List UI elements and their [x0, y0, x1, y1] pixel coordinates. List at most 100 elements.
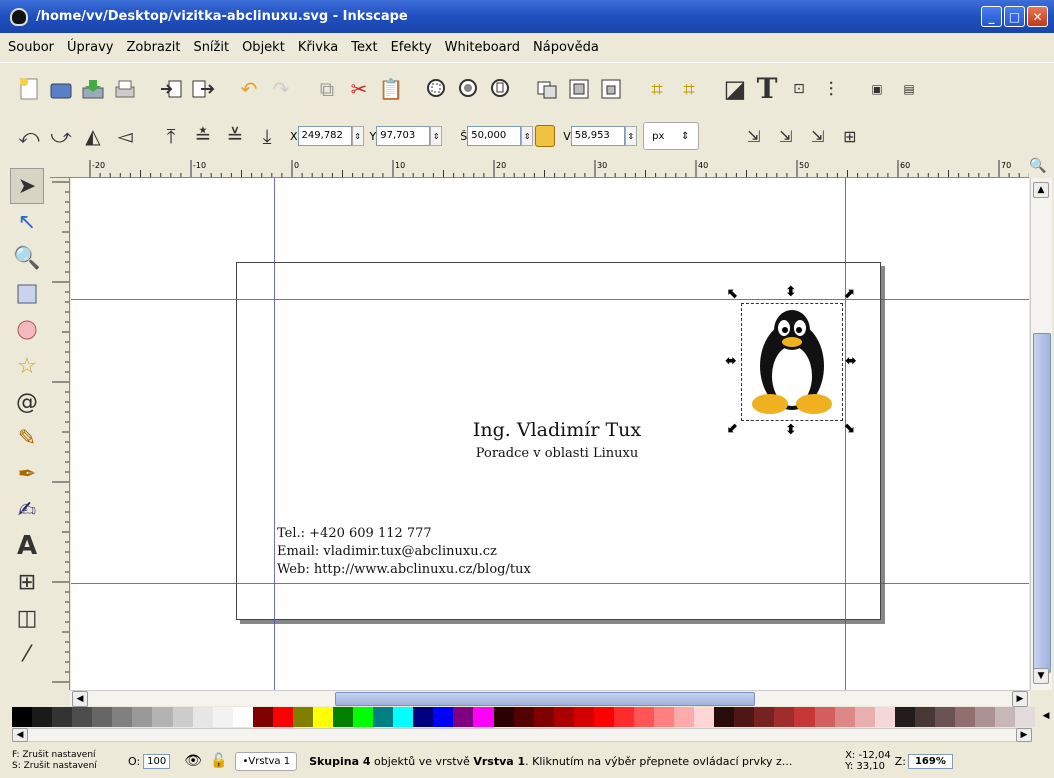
preferences-icon[interactable]: ▣	[862, 74, 892, 104]
dropper-tool-icon[interactable]: ⁄	[10, 636, 44, 672]
scale-handle-w[interactable]: ⬌	[725, 353, 737, 369]
scroll-up-icon[interactable]: ▲	[1033, 182, 1049, 198]
horizontal-scrollbar[interactable]: ◀ ▶	[70, 690, 1030, 707]
snap-icon[interactable]: ⌗	[674, 74, 704, 104]
connector-tool-icon[interactable]: ⊞	[10, 564, 44, 600]
color-swatch[interactable]	[52, 707, 73, 727]
open-icon[interactable]	[46, 74, 76, 104]
color-swatch[interactable]	[654, 707, 675, 727]
menu-text[interactable]: Text	[351, 40, 377, 55]
tux-penguin-image[interactable]	[742, 304, 842, 420]
vertical-scroll-thumb[interactable]	[1033, 333, 1051, 673]
color-swatch[interactable]	[754, 707, 775, 727]
w-spinner[interactable]: ⇕	[521, 126, 534, 146]
scroll-right-icon[interactable]: ▶	[1012, 691, 1028, 707]
color-swatch[interactable]	[533, 707, 554, 727]
zoom-corner-icon[interactable]: 🔍	[1029, 158, 1046, 174]
menu-zobrazit[interactable]: Zobrazit	[126, 40, 180, 55]
star-tool-icon[interactable]: ☆	[10, 348, 44, 384]
card-role[interactable]: Poradce v oblasti Linuxu	[451, 446, 663, 461]
selector-tool-icon[interactable]: ➤	[10, 168, 44, 204]
zoom-tool-icon[interactable]: 🔍	[10, 240, 44, 276]
scroll-left-icon[interactable]: ◀	[72, 691, 88, 707]
color-swatch[interactable]	[834, 707, 855, 727]
color-swatch[interactable]	[433, 707, 454, 727]
color-swatch[interactable]	[854, 707, 875, 727]
scale-stroke-icon[interactable]: ⇲	[739, 121, 769, 151]
color-swatch[interactable]	[172, 707, 193, 727]
color-swatch[interactable]	[192, 707, 213, 727]
palette-scroll-right-icon[interactable]: ▶	[1016, 728, 1032, 742]
lock-ratio-icon[interactable]	[535, 125, 556, 147]
color-swatch[interactable]	[473, 707, 494, 727]
color-swatch[interactable]	[513, 707, 534, 727]
drawing-canvas[interactable]: Ing. Vladimír Tux Poradce v oblasti Linu…	[71, 178, 1029, 690]
x-spinner[interactable]: ⇕	[351, 126, 364, 146]
scale-handle-nw[interactable]: ⬉	[727, 286, 739, 302]
spiral-tool-icon[interactable]: @	[10, 384, 44, 420]
scale-handle-ne[interactable]: ⬈	[843, 286, 855, 302]
scale-handle-se[interactable]: ⬊	[843, 420, 855, 436]
group-icon[interactable]	[532, 74, 562, 104]
menu-soubor[interactable]: Soubor	[8, 40, 54, 55]
color-swatch[interactable]	[1015, 707, 1036, 727]
color-swatch[interactable]	[312, 707, 333, 727]
color-swatch[interactable]	[333, 707, 354, 727]
color-swatch[interactable]	[814, 707, 835, 727]
cut-icon[interactable]: ✂	[344, 74, 374, 104]
color-swatch[interactable]	[272, 707, 293, 727]
color-swatch[interactable]	[12, 707, 33, 727]
palette-scroll-icon[interactable]: ◀	[1038, 708, 1054, 724]
color-swatch[interactable]	[914, 707, 935, 727]
card-tel[interactable]: Tel.: +420 609 112 777	[277, 526, 432, 541]
guide-vertical-left[interactable]	[274, 178, 275, 690]
palette-scroll-left-icon[interactable]: ◀	[12, 728, 28, 742]
ungroup-icon[interactable]	[564, 74, 594, 104]
color-swatch[interactable]	[573, 707, 594, 727]
gradient-tool-icon[interactable]: ◫	[10, 600, 44, 636]
color-swatch[interactable]	[934, 707, 955, 727]
zoom-selection-icon[interactable]	[422, 74, 452, 104]
rectangle-tool-icon[interactable]	[10, 276, 44, 312]
guide-horizontal-bottom[interactable]	[71, 583, 1029, 584]
color-swatch[interactable]	[232, 707, 253, 727]
scale-handle-sw[interactable]: ⬋	[727, 420, 739, 436]
eye-icon[interactable]: 👁	[184, 753, 202, 769]
color-swatch[interactable]	[393, 707, 414, 727]
color-swatch[interactable]	[633, 707, 654, 727]
transform-gradient-icon[interactable]: ⇲	[803, 121, 833, 151]
color-swatch[interactable]	[353, 707, 374, 727]
zoom-input[interactable]: 169%	[907, 753, 953, 769]
color-swatch[interactable]	[292, 707, 313, 727]
x-input[interactable]: 249,782	[297, 126, 352, 146]
color-swatch[interactable]	[112, 707, 133, 727]
menu-napoveda[interactable]: Nápověda	[533, 40, 599, 55]
paste-icon[interactable]: 📋	[376, 74, 406, 104]
color-swatch[interactable]	[794, 707, 815, 727]
color-swatch[interactable]	[72, 707, 93, 727]
vertical-scrollbar[interactable]: ▲ ▼	[1030, 178, 1052, 690]
lock-icon[interactable]: 🔓	[210, 753, 227, 769]
fill-stroke-indicator[interactable]: F: Zrušit nastavení S: Zrušit nastavení	[12, 750, 122, 772]
color-swatch[interactable]	[453, 707, 474, 727]
guide-horizontal-top[interactable]	[71, 299, 1029, 300]
color-swatch[interactable]	[975, 707, 996, 727]
color-swatch[interactable]	[373, 707, 394, 727]
raise-to-top-icon[interactable]: ⤒	[156, 121, 186, 151]
color-swatch[interactable]	[734, 707, 755, 727]
zoom-drawing-icon[interactable]	[454, 74, 484, 104]
pencil-tool-icon[interactable]: ✎	[10, 420, 44, 456]
raise-icon[interactable]	[596, 74, 626, 104]
ellipse-tool-icon[interactable]	[10, 312, 44, 348]
scale-corners-icon[interactable]: ⇲	[771, 121, 801, 151]
color-swatch[interactable]	[413, 707, 434, 727]
menu-krivka[interactable]: Křivka	[298, 40, 338, 55]
color-swatch[interactable]	[694, 707, 715, 727]
horizontal-scroll-thumb[interactable]	[335, 692, 755, 706]
color-swatch[interactable]	[593, 707, 614, 727]
y-input[interactable]: 97,703	[376, 126, 431, 146]
calligraphy-tool-icon[interactable]: ✍	[10, 492, 44, 528]
lower-icon[interactable]: ≚	[220, 121, 250, 151]
rotate-ccw-icon[interactable]: ⤺	[14, 121, 44, 151]
document-properties-icon[interactable]: ▤	[894, 74, 924, 104]
